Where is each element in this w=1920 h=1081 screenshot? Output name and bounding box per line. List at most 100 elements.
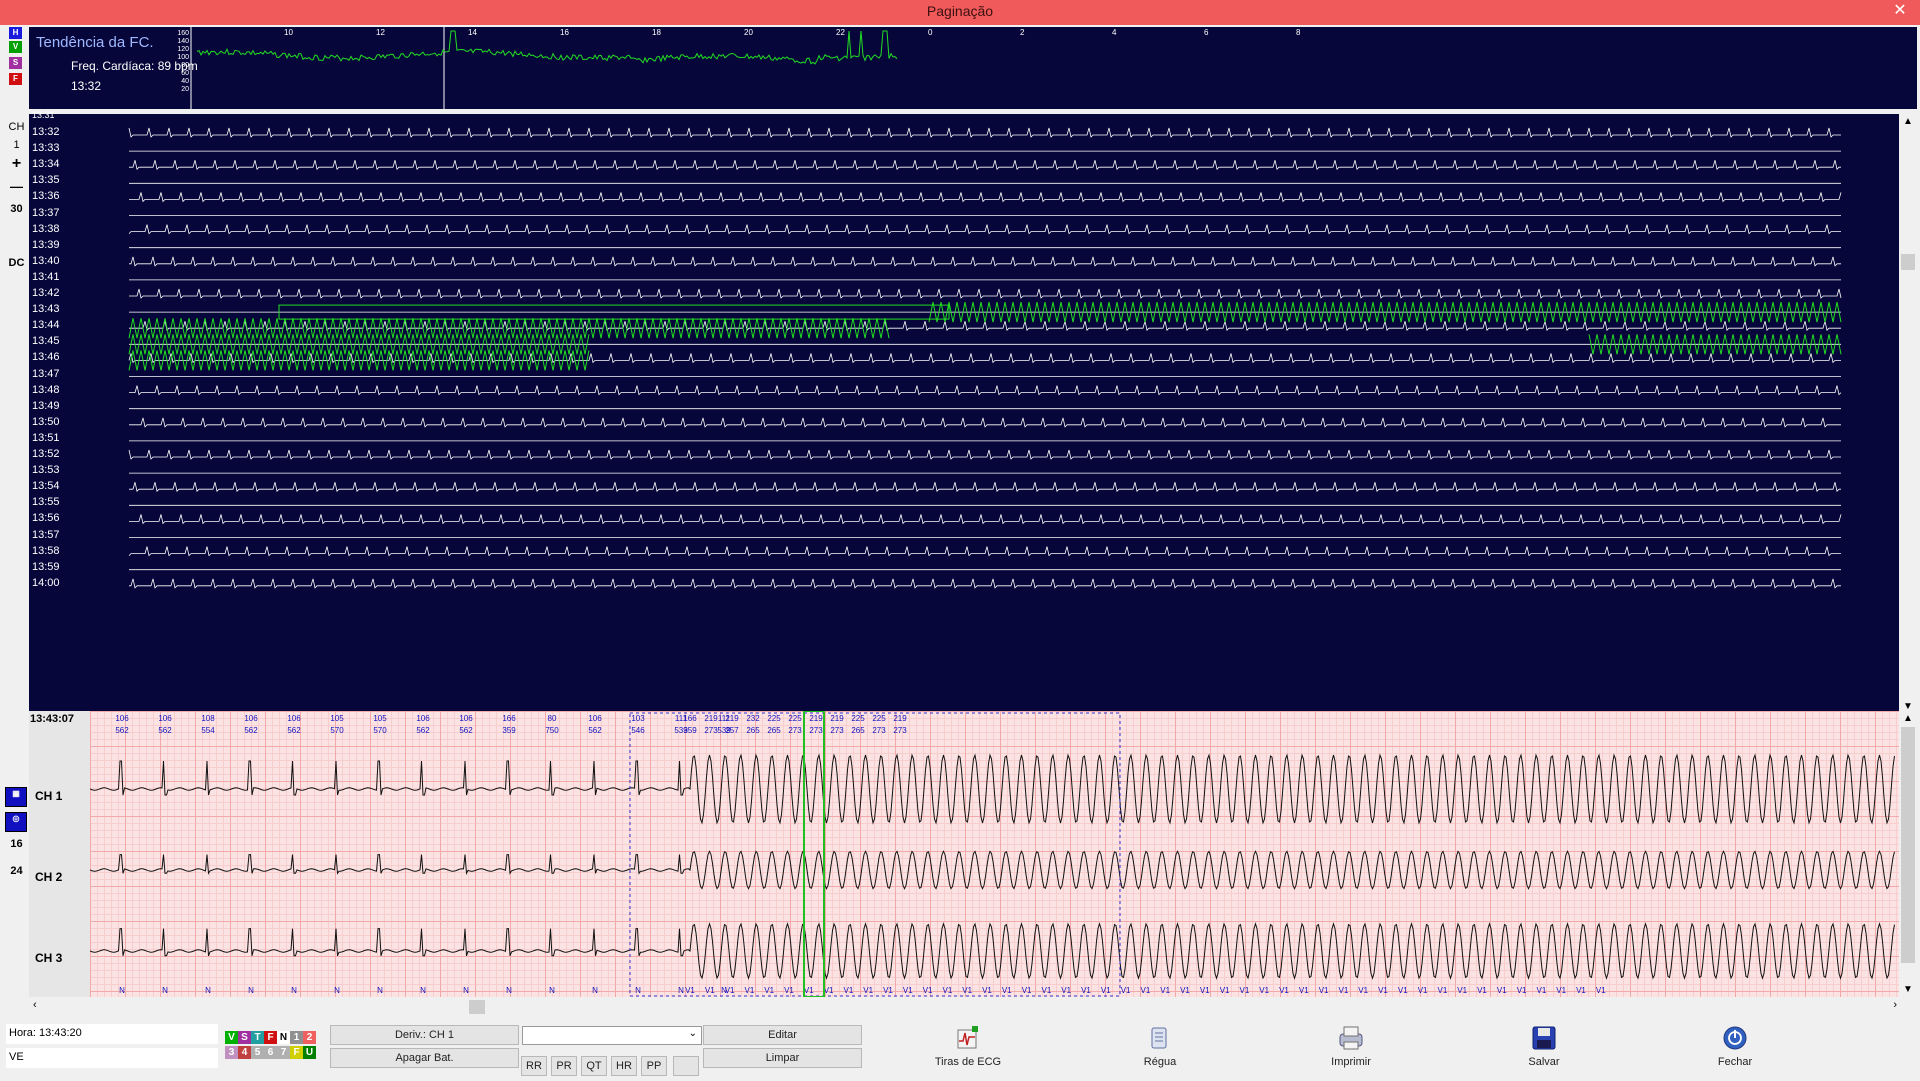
hr-button[interactable]: HR bbox=[611, 1056, 637, 1076]
beat-code-n[interactable]: N bbox=[277, 1031, 290, 1044]
strip-scrollbar[interactable]: ▲ ▼ bbox=[1899, 711, 1917, 997]
beat-label[interactable]: V1 bbox=[962, 986, 972, 995]
strip-horizontal-scrollbar[interactable]: ‹ › bbox=[29, 998, 1917, 1016]
beat-label[interactable]: V1 bbox=[1517, 986, 1527, 995]
beat-code-1[interactable]: 1 bbox=[290, 1031, 303, 1044]
beat-label[interactable]: N bbox=[635, 986, 641, 995]
beat-label[interactable]: N bbox=[678, 986, 684, 995]
beat-label[interactable]: V1 bbox=[784, 986, 794, 995]
beat-label[interactable]: V1 bbox=[1299, 986, 1309, 995]
beat-label[interactable]: V1 bbox=[1061, 986, 1071, 995]
grid-view-icon[interactable]: ▦ bbox=[5, 787, 27, 807]
scroll-left-icon[interactable]: ‹ bbox=[33, 999, 37, 1011]
beat-label[interactable]: V1 bbox=[943, 986, 953, 995]
beat-label[interactable]: V1 bbox=[1180, 986, 1190, 995]
beat-label[interactable]: V1 bbox=[1556, 986, 1566, 995]
beat-label[interactable]: V1 bbox=[824, 986, 834, 995]
beat-code-f[interactable]: F bbox=[264, 1031, 277, 1044]
beat-code-v[interactable]: V bbox=[225, 1031, 238, 1044]
beat-code-3[interactable]: 3 bbox=[225, 1046, 238, 1059]
beat-label[interactable]: V1 bbox=[923, 986, 933, 995]
beat-label[interactable]: V1 bbox=[725, 986, 735, 995]
beat-label[interactable]: N bbox=[291, 986, 297, 995]
extra-measure-button[interactable] bbox=[673, 1056, 699, 1076]
beat-label[interactable]: V1 bbox=[1141, 986, 1151, 995]
beat-label[interactable]: V1 bbox=[1200, 986, 1210, 995]
beat-code-u[interactable]: U bbox=[303, 1046, 316, 1059]
print-button[interactable]: Imprimir bbox=[1296, 1022, 1406, 1078]
page-scrollbar[interactable]: ▲ ▼ bbox=[1899, 114, 1917, 714]
beat-label[interactable]: V1 bbox=[1022, 986, 1032, 995]
beat-label[interactable]: V1 bbox=[1438, 986, 1448, 995]
ruler-button[interactable]: Régua bbox=[1105, 1022, 1215, 1078]
beat-code-5[interactable]: 5 bbox=[251, 1046, 264, 1059]
beat-label[interactable]: V1 bbox=[1240, 986, 1250, 995]
rr-button[interactable]: RR bbox=[521, 1056, 547, 1076]
selection-range[interactable] bbox=[629, 712, 1121, 997]
beat-label[interactable]: V1 bbox=[903, 986, 913, 995]
save-button[interactable]: Salvar bbox=[1489, 1022, 1599, 1078]
qt-button[interactable]: QT bbox=[581, 1056, 607, 1076]
close-icon[interactable]: ✕ bbox=[1880, 0, 1920, 24]
scroll-up-icon[interactable]: ▲ bbox=[1903, 116, 1913, 127]
clear-button[interactable]: Limpar bbox=[703, 1048, 862, 1068]
beat-label[interactable]: V1 bbox=[1319, 986, 1329, 995]
beat-label[interactable]: N bbox=[592, 986, 598, 995]
beat-label[interactable]: V1 bbox=[982, 986, 992, 995]
beat-code-4[interactable]: 4 bbox=[238, 1046, 251, 1059]
beat-label[interactable]: V1 bbox=[1457, 986, 1467, 995]
beat-code-f[interactable]: F bbox=[290, 1046, 303, 1059]
beat-label[interactable]: V1 bbox=[745, 986, 755, 995]
beat-label[interactable]: V1 bbox=[685, 986, 695, 995]
edit-button[interactable]: Editar bbox=[703, 1025, 862, 1045]
coupling-toggle[interactable]: DC bbox=[3, 257, 30, 269]
beat-label[interactable]: V1 bbox=[1042, 986, 1052, 995]
mode-button-v[interactable]: V bbox=[9, 41, 22, 53]
beat-label[interactable]: N bbox=[420, 986, 426, 995]
beat-label[interactable]: N bbox=[119, 986, 125, 995]
beat-label[interactable]: V1 bbox=[1002, 986, 1012, 995]
mode-button-h[interactable]: H bbox=[9, 27, 22, 39]
beat-label[interactable]: V1 bbox=[883, 986, 893, 995]
strip-speed-16[interactable]: 16 bbox=[3, 838, 30, 850]
beat-label[interactable]: V1 bbox=[1497, 986, 1507, 995]
ecg-grid[interactable]: 106 106 108 106 106 105 105 106 106 166 80 106 103 11… bbox=[90, 711, 1899, 997]
beat-label[interactable]: V1 bbox=[1259, 986, 1269, 995]
beat-label[interactable]: V1 bbox=[1339, 986, 1349, 995]
beat-label[interactable]: N bbox=[162, 986, 168, 995]
close-button[interactable]: Fechar bbox=[1680, 1022, 1790, 1078]
beat-label[interactable]: V1 bbox=[1418, 986, 1428, 995]
beat-code-2[interactable]: 2 bbox=[303, 1031, 316, 1044]
beat-label[interactable]: V1 bbox=[1398, 986, 1408, 995]
beat-code-6[interactable]: 6 bbox=[264, 1046, 277, 1059]
delete-beat-button[interactable]: Apagar Bat. bbox=[330, 1048, 519, 1068]
scroll-thumb[interactable] bbox=[469, 1000, 485, 1014]
beat-label[interactable]: V1 bbox=[1477, 986, 1487, 995]
beat-type-dropdown[interactable]: ⌄ bbox=[522, 1026, 702, 1045]
channel-value[interactable]: 1 bbox=[3, 139, 30, 151]
beat-label[interactable]: V1 bbox=[844, 986, 854, 995]
hr-trend-graph[interactable]: 1601401201008060402010 12 14 16 18 20 22 0 2 4 6 8 bbox=[29, 27, 1917, 109]
scroll-right-icon[interactable]: › bbox=[1893, 999, 1897, 1011]
ecg-page-view[interactable] bbox=[29, 114, 1899, 714]
deriv-button[interactable]: Deriv.: CH 1 bbox=[330, 1025, 519, 1045]
beat-label[interactable]: V1 bbox=[1220, 986, 1230, 995]
zoom-out-button[interactable]: — bbox=[3, 179, 30, 194]
scroll-up-icon[interactable]: ▲ bbox=[1903, 713, 1913, 724]
beat-label[interactable]: V1 bbox=[1081, 986, 1091, 995]
beat-label[interactable]: V1 bbox=[1576, 986, 1586, 995]
beat-label[interactable]: V1 bbox=[1378, 986, 1388, 995]
beat-label[interactable]: V1 bbox=[764, 986, 774, 995]
scroll-down-icon[interactable]: ▼ bbox=[1903, 984, 1913, 995]
beat-code-7[interactable]: 7 bbox=[277, 1046, 290, 1059]
beat-label[interactable]: V1 bbox=[1596, 986, 1606, 995]
scale-value[interactable]: 30 bbox=[3, 203, 30, 215]
beat-code-t[interactable]: T bbox=[251, 1031, 264, 1044]
beat-label[interactable]: V1 bbox=[705, 986, 715, 995]
vt-episode-trace[interactable] bbox=[1588, 334, 1842, 355]
beat-code-s[interactable]: S bbox=[238, 1031, 251, 1044]
beat-label[interactable]: N bbox=[248, 986, 254, 995]
beat-label[interactable]: N bbox=[205, 986, 211, 995]
beat-label[interactable]: V1 bbox=[1160, 986, 1170, 995]
scroll-thumb[interactable] bbox=[1901, 254, 1915, 270]
